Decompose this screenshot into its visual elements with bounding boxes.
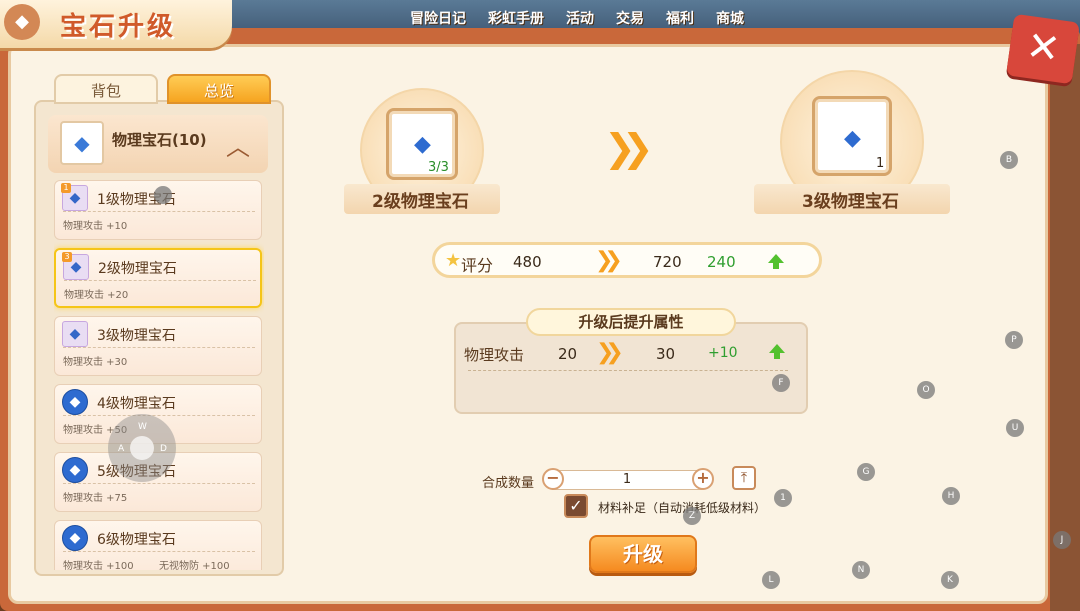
gem-list-item-6[interactable]: ◆ 6级物理宝石 物理攻击 +100 无视物防 +100 [54,520,262,570]
gem-name: 6级物理宝石 [97,532,176,548]
gem-count-badge: 3 [62,252,72,262]
key-hint-f: F [772,374,790,392]
joystick-key-a: A [118,444,125,454]
key-hint-o: O [917,381,935,399]
close-icon: ✕ [1023,22,1063,74]
gem-name: 4级物理宝石 [97,396,176,412]
gem-name: 2级物理宝石 [98,261,177,277]
key-hint-n: N [852,561,870,579]
quantity-input[interactable]: 1 [552,470,702,490]
gem-stat: 物理攻击 +100 [63,561,134,570]
tab-overview[interactable]: 总览 [167,74,271,104]
gem-icon: ◆ [414,132,431,157]
key-hint-p: P [1005,331,1023,349]
nav-adventure-diary[interactable]: 冒险日记 [410,0,466,28]
score-label: 评分 [461,256,494,275]
joystick-key-d: D [160,444,167,454]
gem-blue-icon: ◆ [62,389,88,415]
score-diff: 240 [707,253,736,271]
tab-bag[interactable]: 背包 [54,74,158,104]
gem-category-icon: ◆ [60,121,104,165]
key-hint-k: K [941,571,959,589]
source-gem-count: 3/3 [428,160,449,175]
gem-stat: 物理攻击 +20 [64,290,129,301]
source-gem-name: 2级物理宝石 [372,192,469,212]
attribute-label: 物理攻击 [464,346,525,364]
page-title: 宝石升级 [60,12,177,42]
nav-rainbow-handbook[interactable]: 彩虹手册 [488,0,544,28]
nav-events[interactable]: 活动 [566,0,594,28]
gem-small-icon: ◆ [62,321,88,347]
frame-edge [1050,44,1080,611]
attribute-from: 20 [558,345,578,363]
gem-list[interactable]: ◆ 1 1级物理宝石 物理攻击 +10 ◆ 3 2级物理宝石 物理攻击 +20 … [54,180,264,570]
up-arrow-icon [768,254,784,269]
divider [468,370,788,371]
top-nav: 冒险日记 彩虹手册 活动 交易 福利 商城 [410,0,744,28]
quantity-plus-button[interactable]: + [692,468,714,490]
score-from: 480 [513,253,542,271]
category-label: 物理宝石(10) [112,131,207,149]
attribute-to: 30 [656,345,676,363]
key-hint-z: Z [683,507,701,525]
key-hint-j: J [1053,531,1071,549]
key-hint-u: U [1006,419,1024,437]
up-arrow-icon [769,344,785,359]
nav-trade[interactable]: 交易 [616,0,644,28]
title-bar: ◆ 宝石升级 [0,0,232,48]
nav-shop[interactable]: 商城 [716,0,744,28]
close-button[interactable]: ✕ [1006,13,1080,85]
key-hint-l: L [762,571,780,589]
key-hint-dot [154,186,172,204]
gem-name: 3级物理宝石 [97,328,176,344]
target-gem-name: 3级物理宝石 [802,192,899,212]
gem-icon: ◆ [844,126,861,151]
divider [64,280,256,281]
category-header[interactable]: ◆ 物理宝石(10) ︿ [48,115,268,173]
quantity-label: 合成数量 [482,476,535,491]
quantity-max-button[interactable]: ⤒ [732,466,756,490]
target-gem-count: 1 [876,156,885,171]
gem-stat: 物理攻击 +10 [63,221,128,232]
gem-stat: 物理攻击 +30 [63,357,128,368]
joystick-key-w: W [138,422,147,432]
gem-title-icon: ◆ [4,4,40,40]
key-hint-b: B [1000,151,1018,169]
upgrade-arrow-icon: ❯❯ [604,126,654,170]
gem-blue-icon: ◆ [62,525,88,551]
divider [63,483,255,484]
quantity-minus-button[interactable]: − [542,468,564,490]
divider [63,551,255,552]
chevron-up-icon[interactable]: ︿ [226,127,250,162]
gem-blue-icon: ◆ [62,457,88,483]
divider [63,415,255,416]
score-bar: ★ 评分 480 ❯❯ 720 240 [432,242,822,278]
auto-material-label: 材料补足（自动消耗低级材料） [598,501,767,515]
arrow-icon: ❯❯ [596,340,624,365]
auto-material-checkbox[interactable]: ✓ [564,494,588,518]
upgrade-button[interactable]: 升级 [589,535,697,573]
gem-list-item-3[interactable]: ◆ 3级物理宝石 物理攻击 +30 [54,316,262,376]
attribute-diff: +10 [708,345,738,361]
attribute-title: 升级后提升属性 [526,308,736,336]
gem-stat: 物理攻击 +75 [63,493,128,504]
star-icon: ★ [445,250,462,271]
nav-welfare[interactable]: 福利 [666,0,694,28]
key-hint-g: G [857,463,875,481]
score-to: 720 [653,253,682,271]
joystick-knob[interactable] [130,436,154,460]
arrow-icon: ❯❯ [595,248,623,273]
gem-count-badge: 1 [61,183,71,193]
key-hint-h: H [942,487,960,505]
divider [63,211,255,212]
gem-stat-secondary: 无视物防 +100 [159,561,230,570]
gem-list-item-2[interactable]: ◆ 3 2级物理宝石 物理攻击 +20 [54,248,262,308]
divider [63,347,255,348]
key-hint-1: 1 [774,489,792,507]
